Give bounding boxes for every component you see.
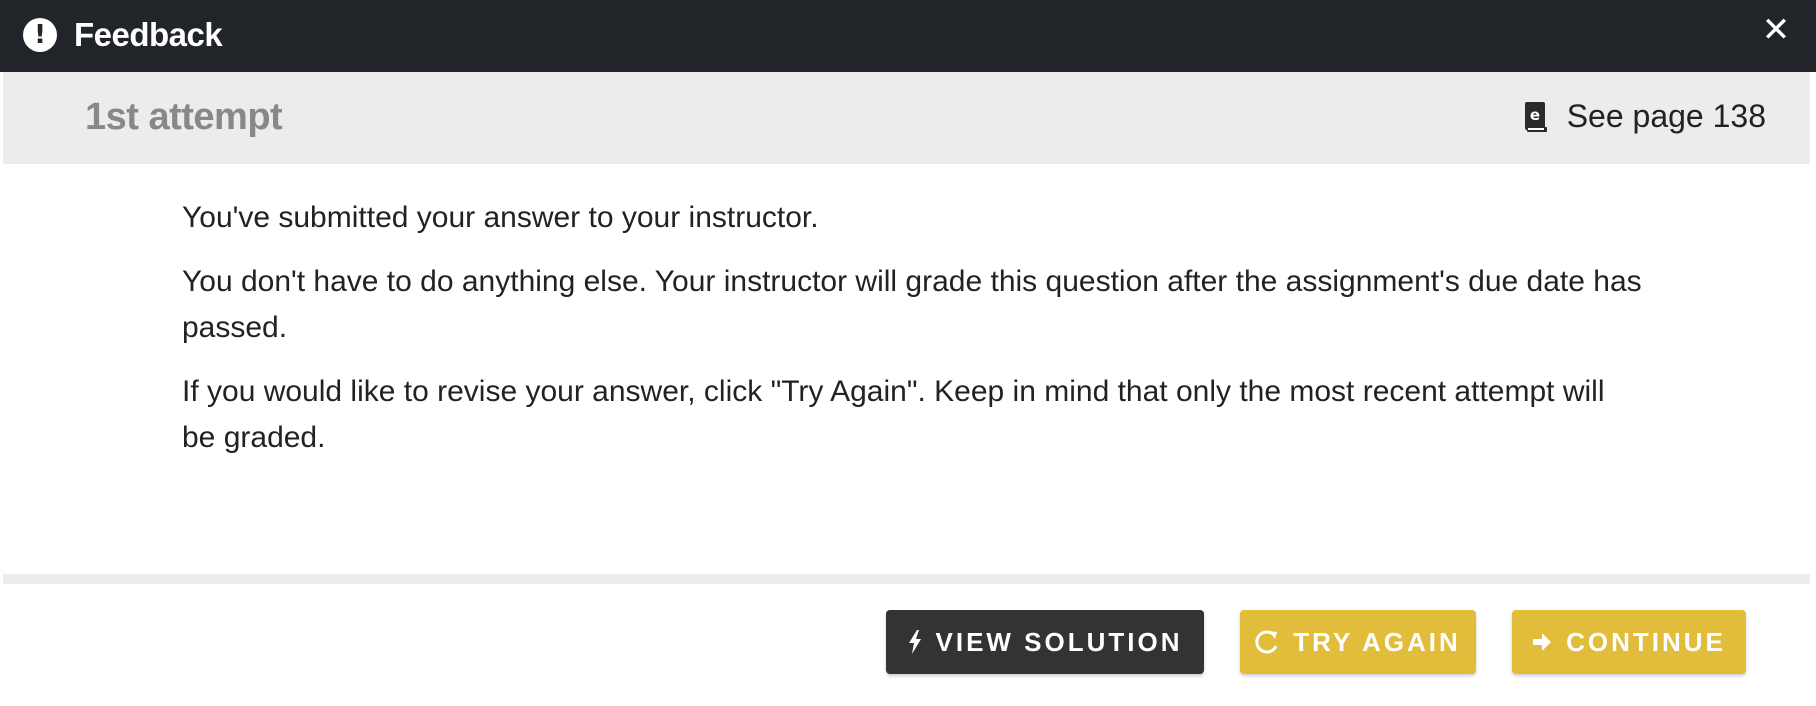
try-again-button[interactable]: TRY AGAIN xyxy=(1240,610,1476,674)
close-button[interactable]: ✕ xyxy=(1758,10,1794,50)
lightning-icon xyxy=(908,630,922,654)
attempt-bar: 1st attempt e See page 138 xyxy=(3,72,1810,164)
refresh-icon xyxy=(1255,629,1279,655)
svg-text:e: e xyxy=(1530,106,1540,124)
message-paragraph: If you would like to revise your answer,… xyxy=(182,375,1605,454)
try-again-label: TRY AGAIN xyxy=(1293,626,1461,657)
dialog-title: Feedback xyxy=(74,16,223,53)
message-paragraph: You don't have to do anything else. Your… xyxy=(182,265,1642,344)
message-paragraph: You've submitted your answer to your ins… xyxy=(182,201,819,234)
close-icon: ✕ xyxy=(1761,10,1791,50)
feedback-dialog: ! Feedback ✕ 1st attempt e See page 138 … xyxy=(0,0,1816,706)
alert-icon: ! xyxy=(23,18,57,52)
feedback-message: You've submitted your answer to your ins… xyxy=(182,195,1642,479)
continue-label: CONTINUE xyxy=(1566,626,1726,657)
continue-button[interactable]: CONTINUE xyxy=(1512,610,1746,674)
page-reference-link[interactable]: e See page 138 xyxy=(1524,98,1766,135)
dialog-titlebar: ! Feedback ✕ xyxy=(0,0,1816,72)
view-solution-button[interactable]: VIEW SOLUTION xyxy=(886,610,1204,674)
footer-divider xyxy=(3,574,1810,584)
page-reference-text: See page 138 xyxy=(1566,98,1766,134)
view-solution-label: VIEW SOLUTION xyxy=(935,626,1183,657)
ebook-icon: e xyxy=(1524,101,1547,132)
arrow-right-icon xyxy=(1532,632,1552,652)
attempt-label: 1st attempt xyxy=(85,96,283,138)
